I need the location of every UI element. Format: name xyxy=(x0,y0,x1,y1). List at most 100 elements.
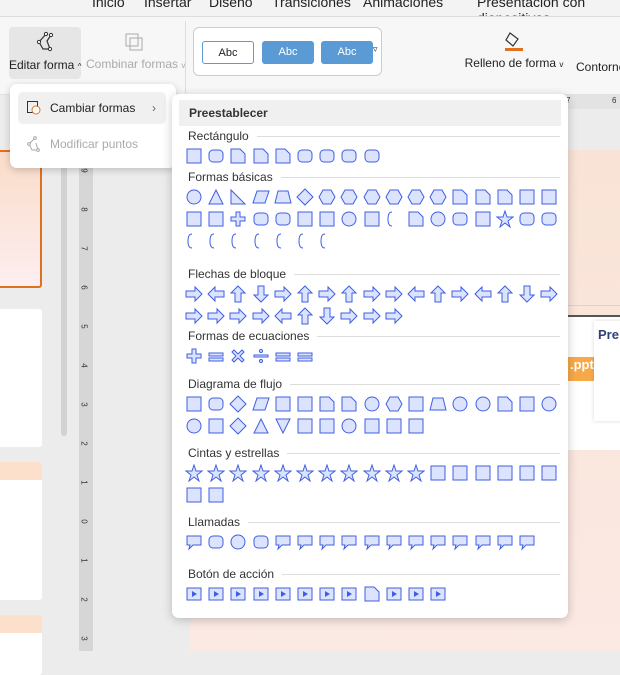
action-home-shape-icon[interactable] xyxy=(274,585,292,603)
down-arrow-callout-shape-icon[interactable] xyxy=(318,307,336,325)
rect-callout-shape-icon[interactable] xyxy=(185,533,203,551)
bent-arrow-shape-icon[interactable] xyxy=(363,285,381,303)
curved-ribbon-up-shape-icon[interactable] xyxy=(474,464,492,482)
action-beginning-shape-icon[interactable] xyxy=(229,585,247,603)
merge-shape-icon[interactable] xyxy=(274,417,292,435)
circle-shape-icon[interactable] xyxy=(185,188,203,206)
cube-shape-icon[interactable] xyxy=(296,210,314,228)
round2-shape-icon[interactable] xyxy=(340,147,358,165)
line-callout1-border-shape-icon[interactable] xyxy=(407,533,425,551)
stored-data-shape-icon[interactable] xyxy=(296,417,314,435)
down-arrow-shape-icon[interactable] xyxy=(252,285,270,303)
slide-thumbnail[interactable] xyxy=(0,462,42,600)
star7-shape-icon[interactable] xyxy=(273,463,293,483)
decagon-shape-icon[interactable] xyxy=(407,188,425,206)
line-callout2-shape-icon[interactable] xyxy=(296,533,314,551)
left-brace-shape-icon[interactable] xyxy=(296,232,314,250)
half-frame-shape-icon[interactable] xyxy=(540,188,558,206)
sequential-storage-shape-icon[interactable] xyxy=(340,417,358,435)
left-arrow-shape-icon[interactable] xyxy=(207,285,225,303)
bevel-shape-icon[interactable] xyxy=(318,210,336,228)
horizontal-scroll-shape-icon[interactable] xyxy=(540,464,558,482)
double-wave-shape-icon[interactable] xyxy=(207,486,225,504)
plus-shape-icon[interactable] xyxy=(185,347,203,365)
lightning-shape-icon[interactable] xyxy=(474,210,492,228)
moon-shape-icon[interactable] xyxy=(518,210,536,228)
process-shape-icon[interactable] xyxy=(185,395,203,413)
left-right-arrow-shape-icon[interactable] xyxy=(274,285,292,303)
preparation-shape-icon[interactable] xyxy=(385,395,403,413)
teardrop-shape-icon[interactable] xyxy=(496,188,514,206)
oval-callout-shape-icon[interactable] xyxy=(229,533,247,551)
block-arc-shape-icon[interactable] xyxy=(385,210,403,228)
action-information-shape-icon[interactable] xyxy=(296,585,314,603)
pentagon-arrow-shape-icon[interactable] xyxy=(207,307,225,325)
star24-shape-icon[interactable] xyxy=(384,463,404,483)
up-arrow-callout-shape-icon[interactable] xyxy=(296,307,314,325)
cloud-callout-shape-icon[interactable] xyxy=(252,533,270,551)
rect-shape-icon[interactable] xyxy=(185,147,203,165)
not-equal-shape-icon[interactable] xyxy=(296,347,314,365)
arc-shape-icon[interactable] xyxy=(185,232,203,250)
equal-shape-icon[interactable] xyxy=(274,347,292,365)
edit-shape-button[interactable]: Editar forma ^ xyxy=(9,27,81,79)
action-end-shape-icon[interactable] xyxy=(252,585,270,603)
magnetic-disk-shape-icon[interactable] xyxy=(363,417,381,435)
line-callout1-no-border-shape-icon[interactable] xyxy=(474,533,492,551)
cloud-shape-icon[interactable] xyxy=(540,210,558,228)
style-outline[interactable]: Abc xyxy=(202,41,254,64)
action-blank-shape-icon[interactable] xyxy=(429,585,447,603)
heptagon-shape-icon[interactable] xyxy=(363,188,381,206)
sun-shape-icon[interactable] xyxy=(495,209,515,229)
snip-round-shape-icon[interactable] xyxy=(296,147,314,165)
smiley-shape-icon[interactable] xyxy=(429,210,447,228)
tab-diseno[interactable]: Diseño xyxy=(209,0,253,10)
offpage-connector-shape-icon[interactable] xyxy=(474,395,492,413)
style-filled-2[interactable]: Abc xyxy=(321,41,373,64)
curved-left-arrow-shape-icon[interactable] xyxy=(473,285,492,303)
snip1-shape-icon[interactable] xyxy=(229,147,247,165)
line-callout2-border-shape-icon[interactable] xyxy=(429,533,447,551)
pentagon-shape-icon[interactable] xyxy=(318,188,336,206)
slide-thumbnail-selected[interactable] xyxy=(0,150,42,288)
combine-shapes-button[interactable]: Combinar formas v xyxy=(86,27,185,79)
direct-access-storage-shape-icon[interactable] xyxy=(385,417,403,435)
star10-shape-icon[interactable] xyxy=(317,463,337,483)
tab-inicio[interactable]: Inicio xyxy=(92,0,125,10)
right-bracket-shape-icon[interactable] xyxy=(274,232,292,250)
round1-shape-icon[interactable] xyxy=(318,147,336,165)
no-symbol-shape-icon[interactable] xyxy=(363,210,381,228)
internal-storage-shape-icon[interactable] xyxy=(296,395,314,413)
donut-shape-icon[interactable] xyxy=(340,210,358,228)
can-shape-icon[interactable] xyxy=(274,210,292,228)
chevron-shape-icon[interactable] xyxy=(229,307,248,325)
u-turn-arrow-shape-icon[interactable] xyxy=(385,285,403,303)
right-arrow-shape-icon[interactable] xyxy=(185,285,203,303)
divide-shape-icon[interactable] xyxy=(252,347,270,365)
line-callout3-no-border-shape-icon[interactable] xyxy=(518,533,536,551)
dodecagon-shape-icon[interactable] xyxy=(429,188,447,206)
curved-down-arrow-shape-icon[interactable] xyxy=(518,285,536,303)
line-callout3-accent-shape-icon[interactable] xyxy=(385,533,403,551)
bent-up-arrow-shape-icon[interactable] xyxy=(429,285,447,303)
left-up-arrow-shape-icon[interactable] xyxy=(407,285,425,303)
style-filled-1[interactable]: Abc xyxy=(262,41,314,64)
minus-shape-icon[interactable] xyxy=(207,347,225,365)
pie-shape-icon[interactable] xyxy=(451,188,469,206)
line-callout1-shape-icon[interactable] xyxy=(274,533,292,551)
tab-presentacion[interactable]: Presentación con diapositivas xyxy=(477,0,620,16)
line-callout2-no-border-shape-icon[interactable] xyxy=(496,533,514,551)
curved-up-arrow-shape-icon[interactable] xyxy=(496,285,514,303)
ribbon-down-shape-icon[interactable] xyxy=(451,464,469,482)
manual-operation-shape-icon[interactable] xyxy=(429,395,447,413)
star4-shape-icon[interactable] xyxy=(206,463,226,483)
card-shape-icon[interactable] xyxy=(496,395,514,413)
hexagon-shape-icon[interactable] xyxy=(340,188,358,206)
quad-arrow-callout-shape-icon[interactable] xyxy=(363,307,381,325)
left-right-arrow-callout-shape-icon[interactable] xyxy=(340,307,359,325)
explosion1-shape-icon[interactable] xyxy=(184,463,204,483)
alternate-process-shape-icon[interactable] xyxy=(207,395,225,413)
corner-shape-icon[interactable] xyxy=(185,210,203,228)
or-shape-icon[interactable] xyxy=(185,417,203,435)
line-callout3-border-shape-icon[interactable] xyxy=(451,533,469,551)
